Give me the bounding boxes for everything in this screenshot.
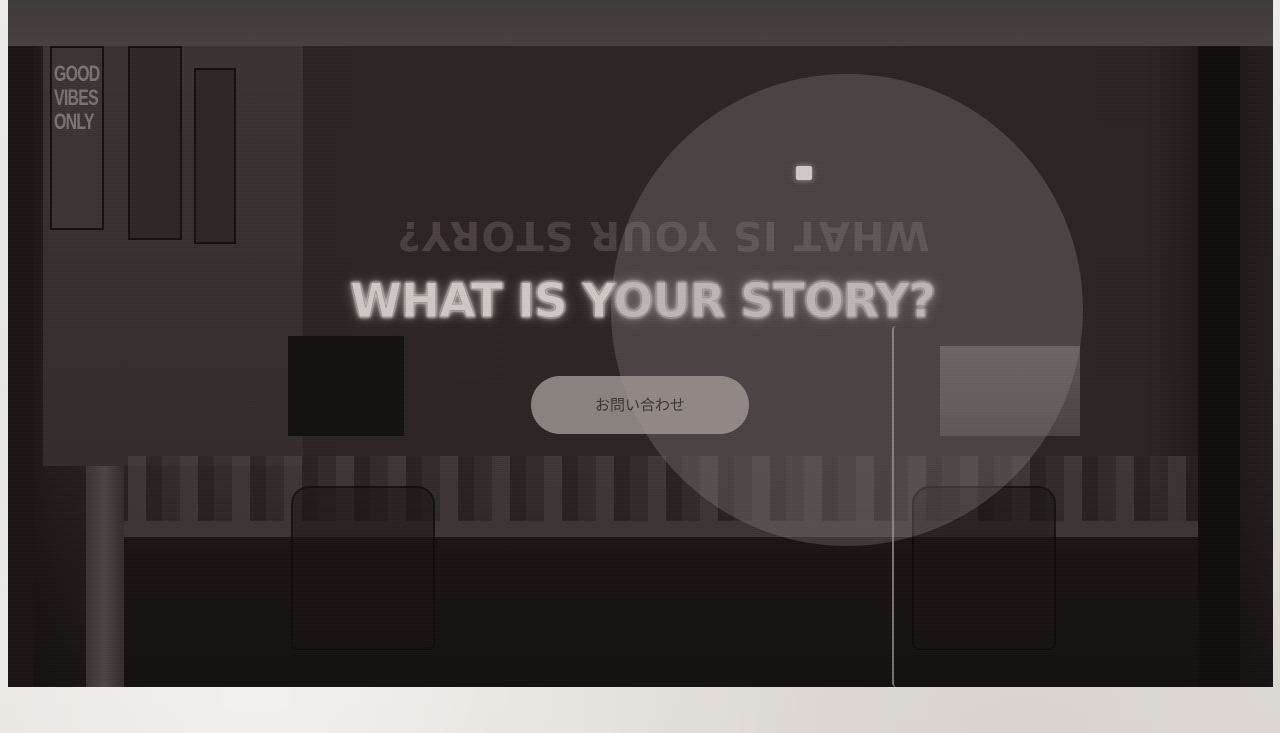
header-bar bbox=[8, 0, 1273, 46]
poster-good-vibes-only: GOOD VIBES ONLY bbox=[50, 46, 104, 230]
office-chair bbox=[291, 486, 435, 650]
contact-button[interactable]: お問い合わせ bbox=[531, 376, 749, 434]
hero-section: GOOD VIBES ONLY WHAT IS YOUR STORY? WHAT… bbox=[8, 46, 1273, 687]
picture-frame bbox=[128, 46, 182, 240]
window-frame-right bbox=[1198, 46, 1240, 687]
poster-text: GOOD VIBES ONLY bbox=[54, 61, 100, 134]
picture-frame bbox=[194, 68, 236, 244]
window-frame-left bbox=[8, 46, 34, 687]
speaker-pillar bbox=[86, 466, 124, 687]
monitor-screen bbox=[288, 336, 404, 436]
decorative-circle bbox=[611, 74, 1083, 546]
